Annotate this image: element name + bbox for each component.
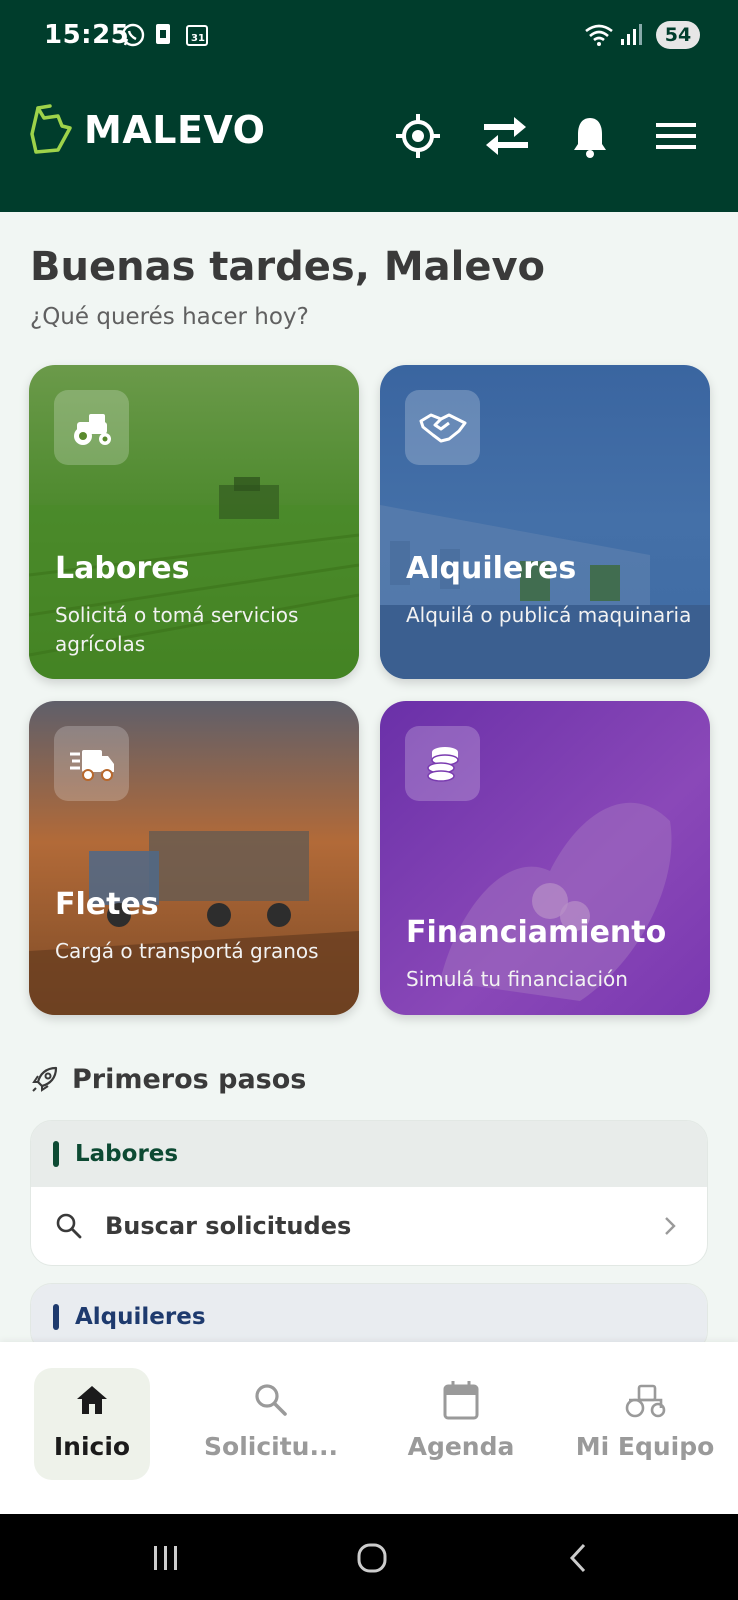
- nav-mi-equipo[interactable]: Mi Equipo: [560, 1368, 730, 1480]
- malevo-logo-icon: [30, 104, 72, 154]
- card-description: Simulá tu financiación: [406, 967, 628, 991]
- search-icon: [253, 1380, 289, 1420]
- first-steps-title: Primeros pasos: [72, 1064, 307, 1095]
- back-chevron-icon: [569, 1543, 586, 1573]
- calendar-31-icon: 31: [184, 22, 210, 48]
- group-header: Alquileres: [31, 1284, 707, 1350]
- nav-agenda[interactable]: Agenda: [376, 1368, 546, 1480]
- menu-button[interactable]: [652, 112, 700, 160]
- truck-icon: [54, 726, 129, 801]
- card-title: Fletes: [55, 887, 159, 922]
- greeting-title: Buenas tardes, Malevo: [30, 244, 546, 290]
- coins-icon: [405, 726, 480, 801]
- home-icon: [75, 1380, 109, 1420]
- rocket-icon: [32, 1066, 58, 1092]
- group-accent-bar: [53, 1141, 59, 1167]
- card-labores[interactable]: Labores Solicitá o tomá servicios agríco…: [29, 365, 359, 679]
- bottom-navigation: Inicio Solicitu... Agenda Mi Equipo: [0, 1342, 738, 1514]
- back-button[interactable]: [556, 1536, 600, 1580]
- recent-apps-button[interactable]: [144, 1536, 188, 1580]
- card-fletes[interactable]: Fletes Cargá o transportá granos: [29, 701, 359, 1015]
- row-label: Buscar solicitudes: [105, 1212, 352, 1240]
- card-description: Solicitá o tomá servicios agrícolas: [55, 603, 299, 656]
- tractor-gear-icon: [54, 390, 129, 465]
- status-bar: 15:25 31 54: [0, 0, 738, 70]
- whatsapp-icon: [120, 22, 146, 48]
- location-button[interactable]: [394, 112, 442, 160]
- malevo-logo: MALEVO: [28, 104, 265, 156]
- group-accent-bar: [53, 1304, 59, 1330]
- sim-card-icon: [150, 22, 176, 48]
- card-title: Labores: [55, 551, 190, 586]
- app-header: 15:25 31 54 MALEVO: [0, 0, 738, 212]
- home-circle-icon: [357, 1543, 387, 1573]
- svg-text:31: 31: [191, 33, 205, 44]
- signal-icon: [618, 22, 644, 48]
- nav-label: Solicitu...: [204, 1432, 338, 1461]
- chevron-right-icon: [665, 1217, 676, 1235]
- handshake-icon: [405, 390, 480, 465]
- system-navigation-bar: [0, 1514, 738, 1600]
- group-header: Labores: [31, 1121, 707, 1187]
- nav-label: Agenda: [407, 1432, 515, 1461]
- search-icon: [56, 1213, 82, 1239]
- hamburger-menu-icon: [656, 123, 696, 149]
- greeting-subtitle: ¿Qué querés hacer hoy?: [30, 304, 309, 330]
- card-alquileres[interactable]: Alquileres Alquilá o publicá maquinaria: [380, 365, 710, 679]
- calendar-icon: [443, 1380, 479, 1420]
- wifi-icon: [584, 22, 614, 48]
- nav-solicitudes[interactable]: Solicitu...: [186, 1368, 356, 1480]
- group-label: Alquileres: [75, 1304, 206, 1330]
- location-target-icon: [396, 114, 440, 158]
- card-description: Cargá o transportá granos: [55, 939, 319, 963]
- recent-apps-icon: [154, 1546, 177, 1570]
- card-financiamiento[interactable]: Financiamiento Simulá tu financiación: [380, 701, 710, 1015]
- nav-label: Mi Equipo: [575, 1432, 715, 1461]
- battery-indicator: 54: [656, 21, 700, 49]
- tractor-icon: [623, 1380, 667, 1420]
- nav-label: Inicio: [53, 1432, 131, 1461]
- switch-button[interactable]: [478, 112, 534, 160]
- group-label: Labores: [75, 1141, 179, 1167]
- notifications-button[interactable]: [566, 112, 614, 160]
- bell-icon: [574, 118, 606, 158]
- first-steps-group-labores: Labores Buscar solicitudes: [30, 1120, 708, 1266]
- status-time: 15:25: [44, 20, 130, 50]
- home-system-button[interactable]: [350, 1536, 394, 1580]
- buscar-solicitudes-row[interactable]: Buscar solicitudes: [31, 1187, 707, 1265]
- brand-name: MALEVO: [84, 108, 266, 152]
- nav-inicio[interactable]: Inicio: [34, 1368, 150, 1480]
- swap-arrows-icon: [484, 117, 528, 155]
- card-description: Alquilá o publicá maquinaria: [406, 603, 692, 627]
- card-title: Financiamiento: [406, 915, 667, 950]
- card-title: Alquileres: [406, 551, 577, 586]
